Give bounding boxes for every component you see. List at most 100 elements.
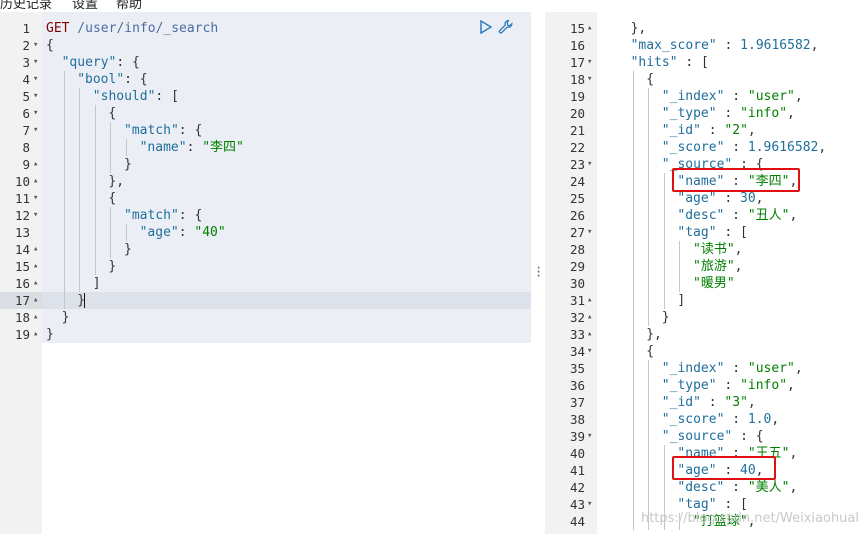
indent-guide — [79, 275, 81, 292]
indent-guide — [632, 139, 634, 156]
fold-close-icon[interactable]: ▴ — [587, 309, 592, 326]
indent-guide — [126, 139, 127, 156]
menu-history[interactable]: 历史记录 — [0, 0, 52, 12]
code-text: "暖男" — [693, 275, 735, 292]
code-token: "3" — [724, 395, 748, 410]
code-token: : { — [732, 429, 764, 444]
line-number: 31 — [569, 293, 585, 308]
code-token: : — [700, 395, 725, 410]
line-number: 25 — [569, 191, 585, 206]
fold-close-icon[interactable]: ▴ — [33, 309, 38, 326]
menu-help[interactable]: 帮助 — [116, 0, 142, 12]
indent-guide — [663, 275, 665, 292]
code-token: , — [794, 361, 803, 376]
code-line: 19 ▴} — [0, 326, 531, 343]
code-text: } — [662, 309, 670, 326]
fold-open-icon[interactable]: ▾ — [33, 122, 38, 139]
line-number: 18 — [14, 310, 30, 325]
code-token: : { — [178, 123, 203, 138]
fold-open-icon[interactable]: ▾ — [33, 88, 38, 105]
code-token: "match" — [124, 208, 179, 223]
fold-open-icon[interactable]: ▾ — [587, 54, 592, 71]
indent-guide — [63, 71, 65, 88]
fold-close-icon[interactable]: ▴ — [587, 20, 592, 37]
indent-guide — [79, 122, 81, 139]
code-text: "max_score" : 1.9616582, — [631, 37, 819, 54]
indent-guide — [94, 241, 96, 258]
fold-open-icon[interactable]: ▾ — [33, 71, 38, 88]
code-token: : — [716, 378, 741, 393]
fold-close-icon[interactable]: ▴ — [33, 275, 38, 292]
line-number: 42 — [569, 480, 585, 495]
code-text: } — [124, 156, 132, 173]
fold-close-icon[interactable]: ▴ — [33, 292, 38, 309]
code-line: 28 "读书", — [545, 241, 867, 258]
request-editor[interactable]: 1 GET /user/info/_search 2 ▾{3 ▾ "query": {4 ▾… — [0, 12, 531, 534]
fold-close-icon[interactable]: ▴ — [33, 241, 38, 258]
fold-open-icon[interactable]: ▾ — [33, 37, 38, 54]
indent-guide — [632, 394, 634, 411]
indent-guide — [648, 224, 650, 241]
code-token: : — [724, 480, 748, 495]
fold-close-icon[interactable]: ▴ — [587, 292, 592, 309]
code-text: "match": { — [124, 207, 202, 224]
wrench-icon[interactable] — [498, 19, 514, 39]
code-token: , — [787, 378, 795, 393]
response-viewer[interactable]: 15 ▴}, 16 "max_score" : 1.9616582, 17 ▾ "hits"… — [545, 12, 867, 534]
code-token: { — [46, 38, 54, 53]
fold-close-icon[interactable]: ▴ — [587, 326, 592, 343]
indent-guide — [632, 428, 634, 445]
fold-open-icon[interactable]: ▾ — [587, 224, 592, 241]
fold-close-icon[interactable]: ▴ — [33, 258, 38, 275]
fold-open-icon[interactable]: ▾ — [33, 105, 38, 122]
code-token: : [ — [716, 225, 748, 240]
indent-guide — [79, 241, 81, 258]
fold-open-icon[interactable]: ▾ — [587, 343, 592, 360]
fold-close-icon[interactable]: ▴ — [33, 156, 38, 173]
code-token: : [ — [155, 89, 179, 104]
line-number: 23 — [569, 157, 585, 172]
code-line: 29 "旅游", — [545, 258, 867, 275]
indent-guide — [648, 105, 650, 122]
indent-guide — [110, 241, 112, 258]
code-line: 1 GET /user/info/_search — [0, 20, 531, 37]
line-number: 1 — [22, 21, 30, 36]
indent-guide — [632, 258, 634, 275]
fold-open-icon[interactable]: ▾ — [587, 428, 592, 445]
fold-open-icon[interactable]: ▾ — [587, 71, 592, 88]
fold-open-icon[interactable]: ▾ — [33, 207, 38, 224]
code-text: } — [62, 309, 70, 326]
indent-guide — [663, 445, 665, 462]
code-text: "_index" : "user", — [662, 360, 803, 377]
code-line: 38 "_score" : 1.0, — [545, 411, 867, 428]
fold-close-icon[interactable]: ▴ — [33, 326, 38, 343]
code-token: "tag" — [677, 225, 717, 240]
code-text: "query": { — [62, 54, 140, 71]
indent-guide — [110, 122, 112, 139]
code-text: "旅游", — [693, 258, 742, 275]
indent-guide — [94, 122, 96, 139]
code-token: "name" — [139, 140, 187, 155]
code-line: 33 ▴}, — [545, 326, 867, 343]
line-number: 38 — [569, 412, 585, 427]
fold-open-icon[interactable]: ▾ — [587, 156, 592, 173]
code-token: } — [61, 310, 70, 325]
indent-guide — [63, 224, 65, 241]
code-text: "_type" : "info", — [662, 377, 795, 394]
code-line: 2 ▾ { — [0, 37, 531, 54]
fold-open-icon[interactable]: ▾ — [33, 190, 38, 207]
menu-settings[interactable]: 设置 — [72, 0, 98, 12]
indent-guide — [648, 207, 650, 224]
pane-splitter[interactable]: · · · — [531, 12, 545, 534]
fold-open-icon[interactable]: ▾ — [33, 54, 38, 71]
line-number: 19 — [14, 327, 30, 342]
play-icon[interactable] — [480, 19, 493, 38]
code-token: , — [771, 412, 780, 427]
drag-handle-icon[interactable]: · · · — [535, 262, 542, 282]
fold-open-icon[interactable]: ▾ — [587, 496, 592, 513]
indent-guide — [648, 275, 650, 292]
code-token: "_id" — [661, 123, 701, 138]
fold-close-icon[interactable]: ▴ — [33, 173, 38, 190]
indent-guide — [648, 462, 650, 479]
indent-guide — [110, 224, 112, 241]
